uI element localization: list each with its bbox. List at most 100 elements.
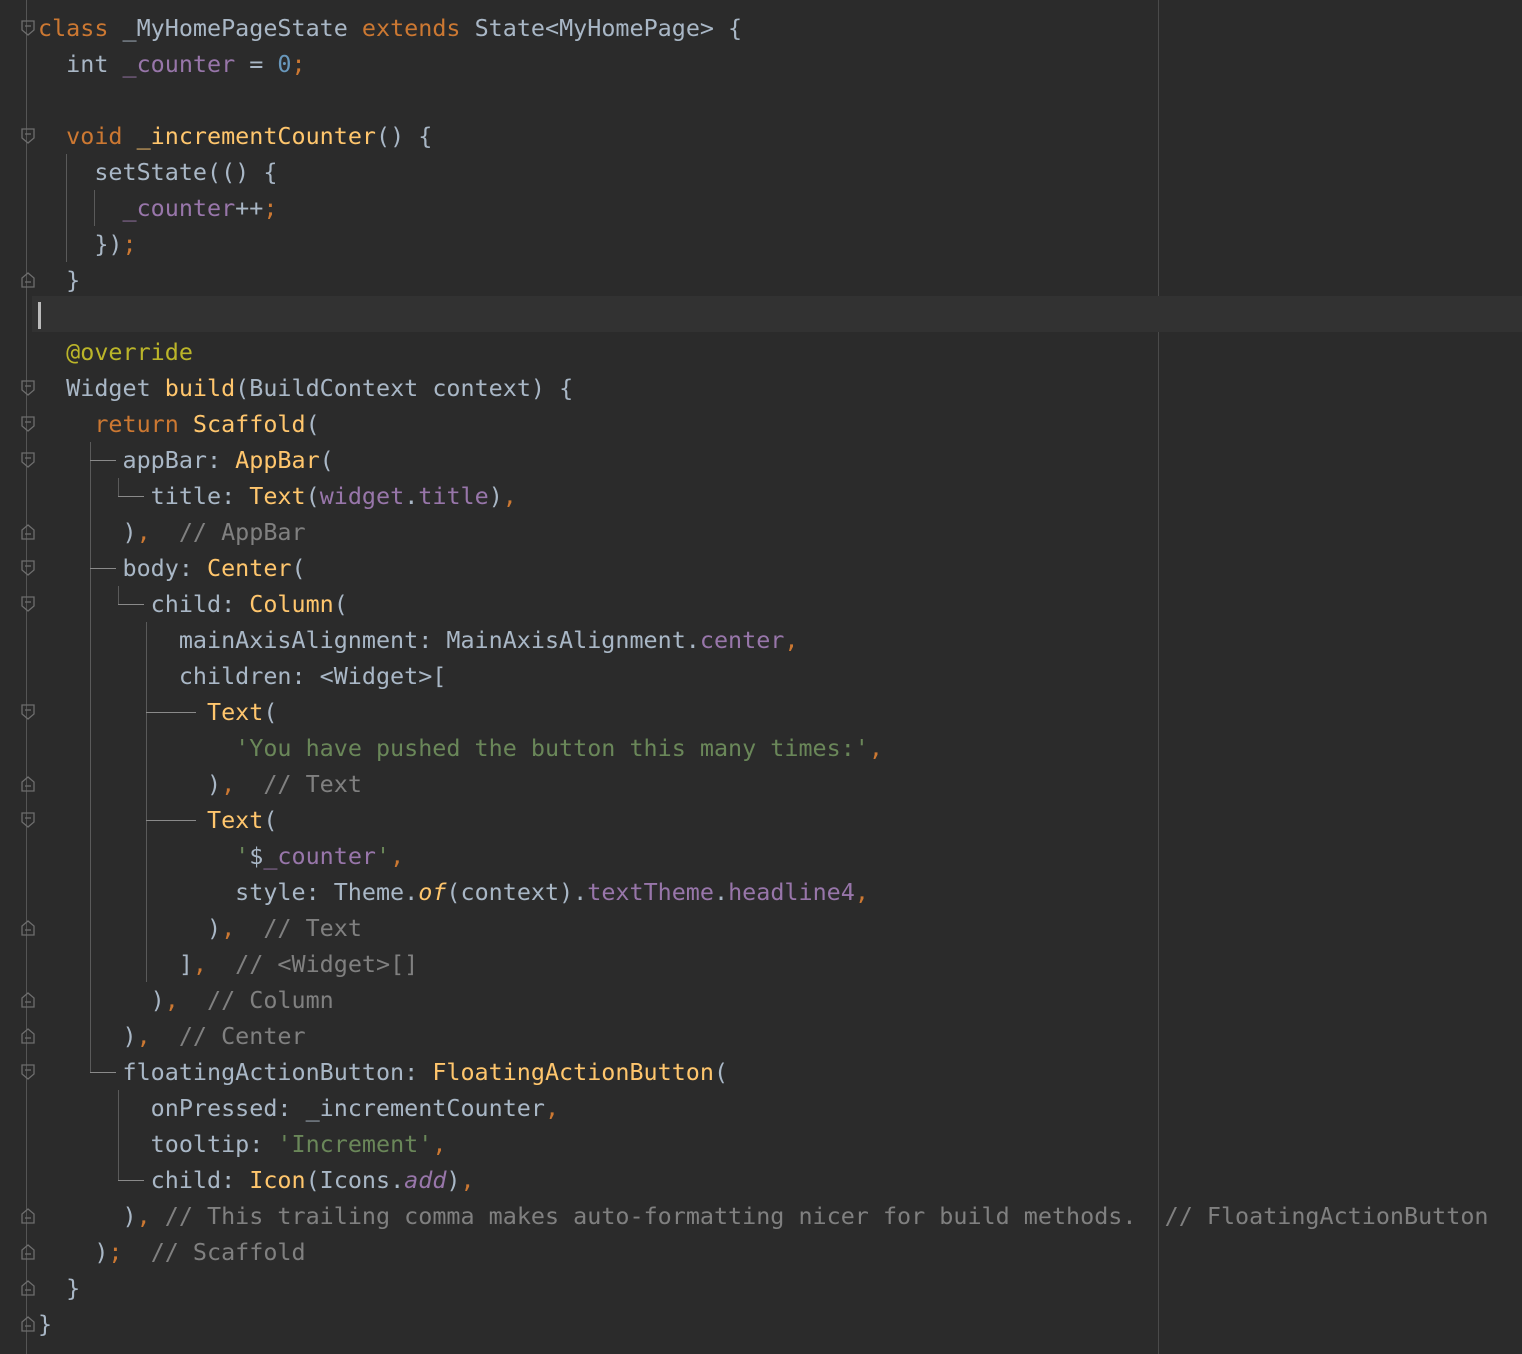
code-token: ) [38,1202,137,1230]
code-token: return [94,410,193,438]
fold-end-icon[interactable] [20,523,36,541]
code-line[interactable]: Text( [38,694,277,730]
code-token: extends [361,14,475,42]
code-line[interactable]: child: Icon(Icons.add), [38,1162,475,1198]
code-line[interactable]: int _counter = 0; [38,46,305,82]
code-token: , [136,1022,151,1050]
code-line[interactable]: void _incrementCounter() { [38,118,432,154]
code-token: child: [38,590,250,618]
code-token: . [713,878,729,906]
fold-collapse-icon[interactable] [20,415,36,433]
code-token: // Text [263,770,362,798]
code-token: Text [207,806,264,834]
fold-end-icon[interactable] [20,1315,36,1333]
code-token: setState(() { [38,158,278,186]
fold-end-icon[interactable] [20,1243,36,1261]
fold-collapse-icon[interactable] [20,595,36,613]
code-line[interactable]: Widget build(BuildContext context) { [38,370,573,406]
code-token: of [418,878,447,906]
code-line[interactable]: ), // Text [38,910,362,946]
code-line[interactable]: ), // Text [38,766,362,802]
code-token: floatingActionButton: [38,1058,433,1086]
code-token: }) [38,230,123,258]
code-line[interactable]: children: <Widget>[ [38,658,447,694]
code-line[interactable]: } [38,1306,52,1342]
code-editor[interactable]: class _MyHomePageState extends State<MyH… [0,0,1522,1354]
fold-end-icon[interactable] [20,991,36,1009]
code-line[interactable]: 'You have pushed the button this many ti… [38,730,883,766]
code-token: ; [263,194,278,222]
code-line[interactable]: tooltip: 'Increment', [38,1126,447,1162]
code-line[interactable]: style: Theme.of(context).textTheme.headl… [38,874,869,910]
code-token: Icon [249,1166,306,1194]
code-token: , [136,1202,151,1230]
fold-collapse-icon[interactable] [20,127,36,145]
code-token: children: <Widget>[ [38,662,447,690]
code-token: Center [207,554,292,582]
fold-end-icon[interactable] [20,1279,36,1297]
fold-end-icon[interactable] [20,271,36,289]
fold-end-icon[interactable] [20,1027,36,1045]
code-line[interactable]: mainAxisAlignment: MainAxisAlignment.cen… [38,622,799,658]
code-line[interactable]: onPressed: _incrementCounter, [38,1090,559,1126]
code-line[interactable]: _counter++; [38,190,278,226]
code-line[interactable]: ), // This trailing comma makes auto-for… [38,1198,1488,1234]
code-line[interactable]: '$_counter', [38,838,404,874]
code-line[interactable]: return Scaffold( [38,406,319,442]
code-token: , [390,842,405,870]
code-token: center [699,626,785,654]
code-line[interactable]: ), // Column [38,982,334,1018]
fold-collapse-icon[interactable] [20,19,36,37]
code-line[interactable]: title: Text(widget.title), [38,478,517,514]
code-token: class [38,14,123,42]
code-token: ) [38,518,137,546]
code-line[interactable]: }); [38,226,136,262]
fold-end-icon[interactable] [20,919,36,937]
code-token: // Center [178,1022,306,1050]
code-token: Column [249,590,334,618]
code-token: $ [249,842,264,870]
code-token: } [38,1310,53,1338]
code-token: ( [305,482,320,510]
code-token: ) [38,1022,137,1050]
code-line[interactable]: floatingActionButton: FloatingActionButt… [38,1054,728,1090]
fold-collapse-icon[interactable] [20,559,36,577]
code-token: style: Theme. [38,878,419,906]
code-token: (context). [446,878,588,906]
fold-collapse-icon[interactable] [20,451,36,469]
code-line[interactable]: ); // Scaffold [38,1234,305,1270]
code-token: , [854,878,869,906]
code-line[interactable]: ), // Center [38,1018,306,1054]
code-token: ( [713,1058,729,1086]
fold-collapse-icon[interactable] [20,1063,36,1081]
code-line[interactable]: } [38,1270,80,1306]
code-token: . [404,482,419,510]
code-token: ( [319,446,334,474]
code-token: build [164,374,236,402]
code-line[interactable]: body: Center( [38,550,305,586]
fold-collapse-icon[interactable] [20,811,36,829]
code-token: ' [235,842,250,870]
code-line[interactable]: ), // AppBar [38,514,305,550]
code-token: title: [38,482,250,510]
code-token: add [404,1166,447,1194]
code-line[interactable]: } [38,262,80,298]
fold-collapse-icon[interactable] [20,379,36,397]
code-line[interactable]: ], // <Widget>[] [38,946,418,982]
code-line[interactable]: child: Column( [38,586,348,622]
code-token: Scaffold [192,410,306,438]
code-token: ) [38,770,222,798]
fold-end-icon[interactable] [20,775,36,793]
code-line[interactable]: appBar: AppBar( [38,442,334,478]
code-line[interactable]: @override [38,334,193,370]
fold-end-icon[interactable] [20,1207,36,1225]
code-line[interactable]: Text( [38,802,277,838]
code-line[interactable]: class _MyHomePageState extends State<MyH… [38,10,742,46]
code-line[interactable]: setState(() { [38,154,277,190]
code-token: int [38,50,123,78]
fold-collapse-icon[interactable] [20,703,36,721]
